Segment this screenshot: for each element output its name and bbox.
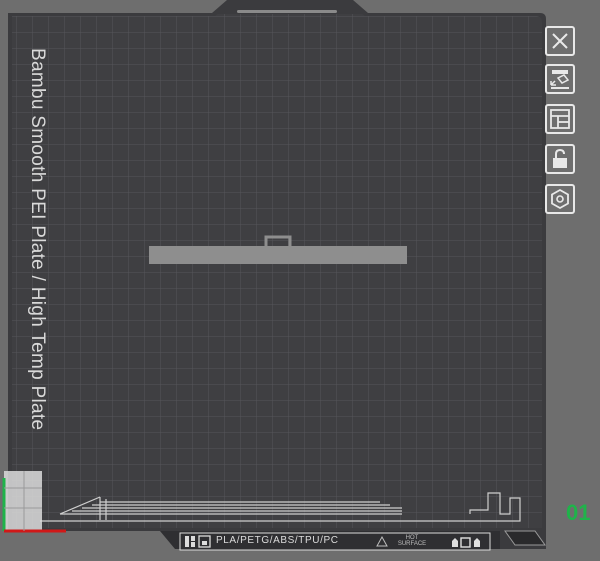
layout-icon (550, 109, 570, 129)
orient-button[interactable] (545, 104, 575, 134)
plate-handle (237, 10, 337, 13)
material-compat-label: PLA/PETG/ABS/TPU/PC (216, 535, 339, 546)
close-icon (552, 33, 568, 49)
plate-type-label: Bambu Smooth PEI Plate / High Temp Plate (27, 48, 48, 431)
auto-arrange-button[interactable] (545, 64, 575, 94)
close-plate-button[interactable] (545, 26, 575, 56)
build-plate-viewport[interactable] (0, 0, 600, 561)
unlock-icon (553, 148, 567, 168)
hot-surface-label: HOT SURFACE (397, 535, 427, 547)
settings-hex-icon (551, 188, 569, 210)
plate-number[interactable]: 01 (566, 500, 590, 526)
plate-settings-button[interactable] (545, 184, 575, 214)
lock-button[interactable] (545, 144, 575, 174)
arrange-icon (550, 70, 570, 89)
